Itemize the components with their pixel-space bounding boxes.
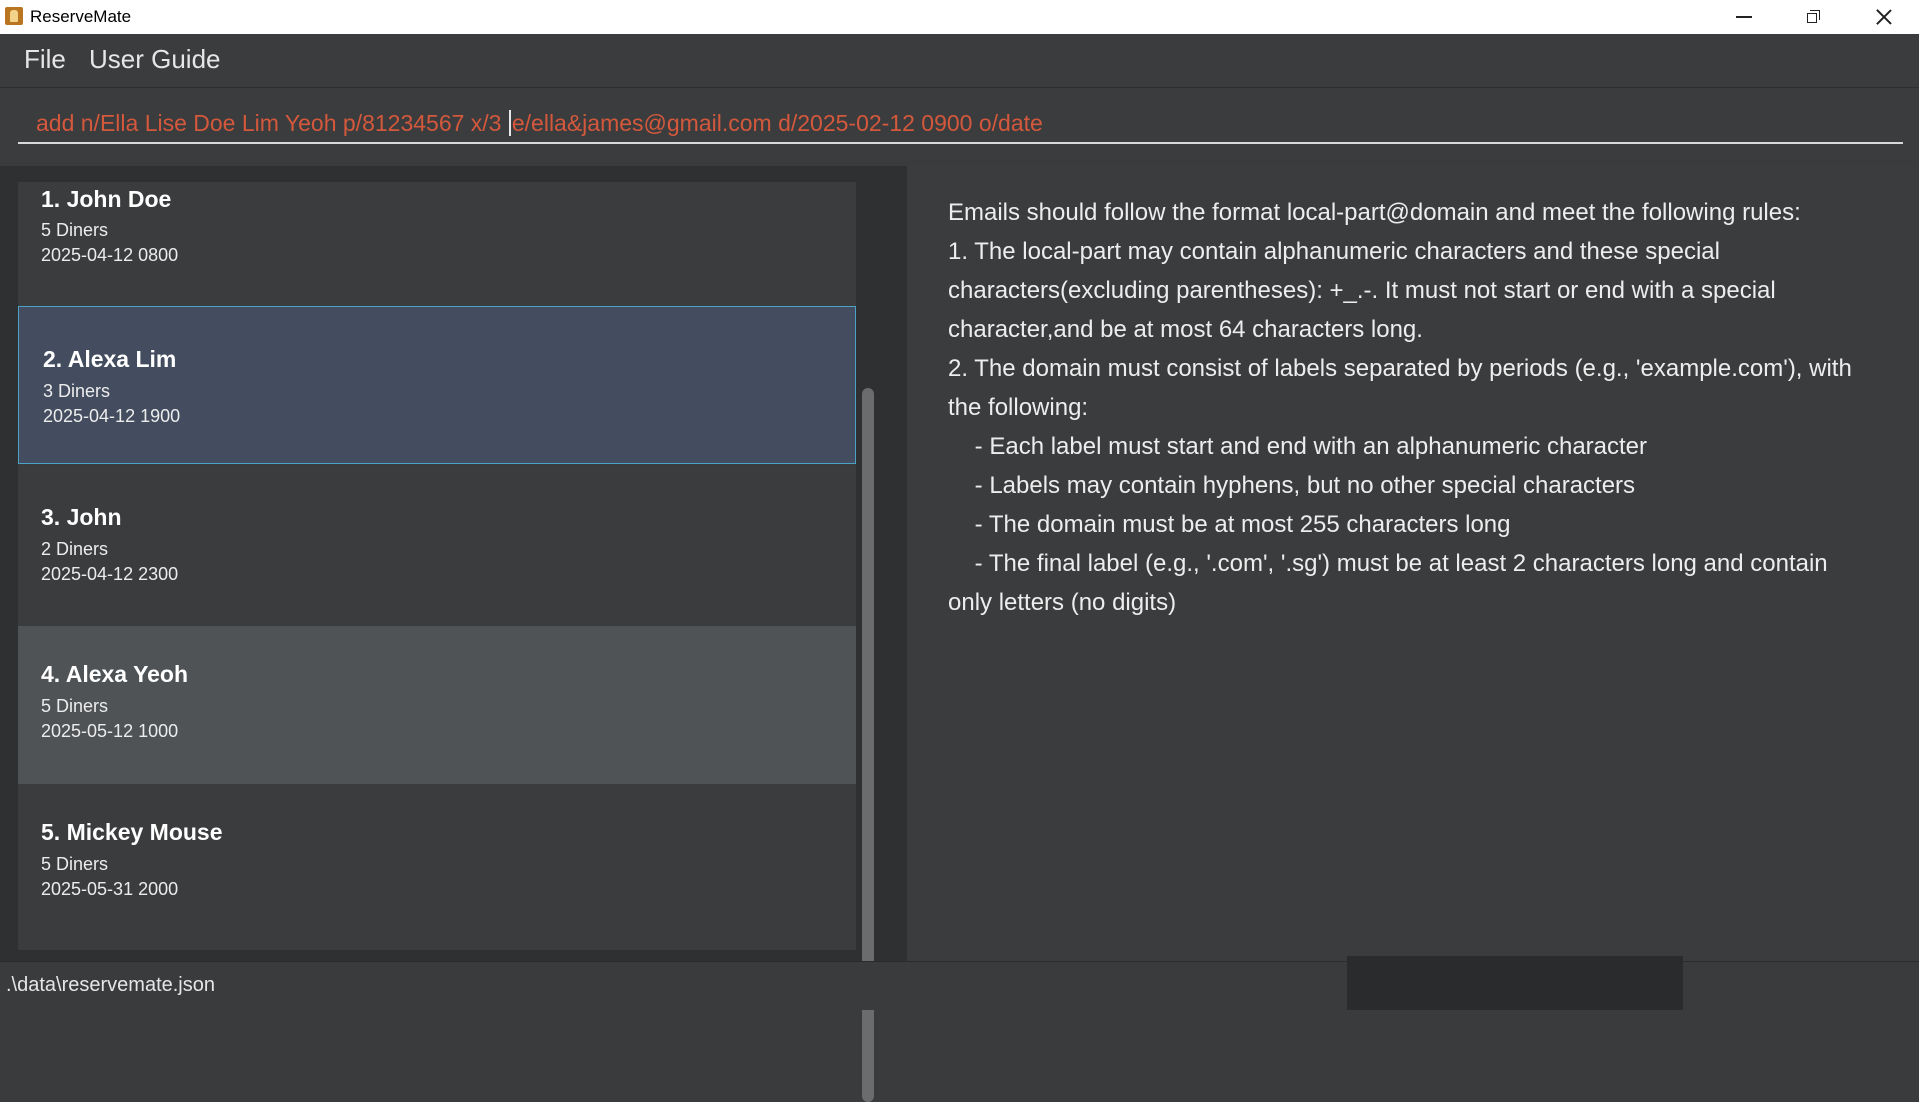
save-file-path: .\data\reservemate.json	[6, 974, 215, 996]
reservation-name: 2. Alexa Lim	[43, 346, 177, 372]
minimize-button[interactable]	[1709, 0, 1779, 34]
reservation-name: 3. John	[41, 504, 122, 530]
reservation-datetime: 2025-05-12 1000	[41, 721, 179, 741]
close-icon	[1876, 9, 1892, 25]
restore-button[interactable]	[1779, 0, 1849, 34]
result-line: 2. The domain must consist of labels sep…	[948, 355, 1852, 382]
reservation-datetime: 2025-05-31 2000	[41, 879, 179, 899]
command-text-before-caret: add n/Ella Lise Doe Lim Yeoh p/81234567 …	[36, 110, 508, 136]
reservation-datetime: 2025-04-12 1900	[43, 406, 181, 426]
reservation-name: 4. Alexa Yeoh	[41, 661, 189, 687]
reservation-diners: 5 Diners	[41, 854, 109, 874]
minimize-icon	[1736, 16, 1752, 18]
list-scrollbar[interactable]	[861, 182, 877, 1102]
result-line: characters(excluding parentheses): +_.-.…	[948, 277, 1776, 304]
reservation-card[interactable]: 5. Mickey Mouse 5 Diners 2025-05-31 2000	[18, 784, 856, 950]
result-line: - The domain must be at most 255 charact…	[948, 511, 1511, 538]
result-line: - Each label must start and end with an …	[948, 433, 1648, 460]
restore-icon	[1807, 10, 1821, 24]
reservation-datetime: 2025-04-12 0800	[41, 245, 179, 265]
status-bar: .\data\reservemate.json	[0, 956, 1919, 1010]
menu-user-guide[interactable]: User Guide	[89, 44, 221, 75]
result-line: only letters (no digits)	[948, 589, 1177, 616]
window-title-bar: ReserveMate	[0, 0, 1919, 34]
reservation-diners: 2 Diners	[41, 539, 109, 559]
command-box: add n/Ella Lise Doe Lim Yeoh p/81234567 …	[0, 88, 1919, 160]
result-line: 1. The local-part may contain alphanumer…	[948, 238, 1720, 265]
reservation-list[interactable]: 1. John Doe 5 Diners 2025-04-12 0800 2. …	[18, 182, 856, 950]
result-display: Emails should follow the format local-pa…	[907, 166, 1919, 961]
menu-bar: File User Guide	[0, 34, 1919, 88]
panel-divider[interactable]	[893, 166, 907, 961]
reservation-datetime: 2025-04-12 2300	[41, 564, 179, 584]
close-button[interactable]	[1849, 0, 1919, 34]
result-line: - Labels may contain hyphens, but no oth…	[948, 472, 1636, 499]
result-message: Emails should follow the format local-pa…	[948, 193, 1888, 622]
reservation-card-selected[interactable]: 2. Alexa Lim 3 Diners 2025-04-12 1900	[18, 306, 856, 464]
command-text: add n/Ella Lise Doe Lim Yeoh p/81234567 …	[36, 110, 1043, 137]
command-text-after-caret: e/ella&james@gmail.com d/2025-02-12 0900…	[511, 110, 1043, 136]
result-line: the following:	[948, 394, 1089, 421]
menu-file[interactable]: File	[24, 44, 66, 75]
reservation-diners: 3 Diners	[43, 381, 111, 401]
result-line: character,and be at most 64 characters l…	[948, 316, 1423, 343]
reservation-diners: 5 Diners	[41, 696, 109, 716]
text-caret	[508, 110, 511, 136]
app-logo-icon	[5, 7, 23, 25]
reservation-name: 1. John Doe	[41, 186, 172, 212]
window-title: ReserveMate	[30, 7, 132, 26]
reservation-card[interactable]: 4. Alexa Yeoh 5 Diners 2025-05-12 1000	[18, 626, 856, 784]
reservation-diners: 5 Diners	[41, 220, 109, 240]
reservation-card[interactable]: 3. John 2 Diners 2025-04-12 2300	[18, 466, 856, 624]
result-line: - The final label (e.g., '.com', '.sg') …	[948, 550, 1828, 577]
reservation-list-panel: 1. John Doe 5 Diners 2025-04-12 0800 2. …	[0, 166, 893, 1102]
command-input[interactable]: add n/Ella Lise Doe Lim Yeoh p/81234567 …	[18, 100, 1903, 144]
status-overlay-block	[1347, 956, 1683, 1010]
result-line: Emails should follow the format local-pa…	[948, 199, 1801, 226]
reservation-name: 5. Mickey Mouse	[41, 819, 223, 845]
